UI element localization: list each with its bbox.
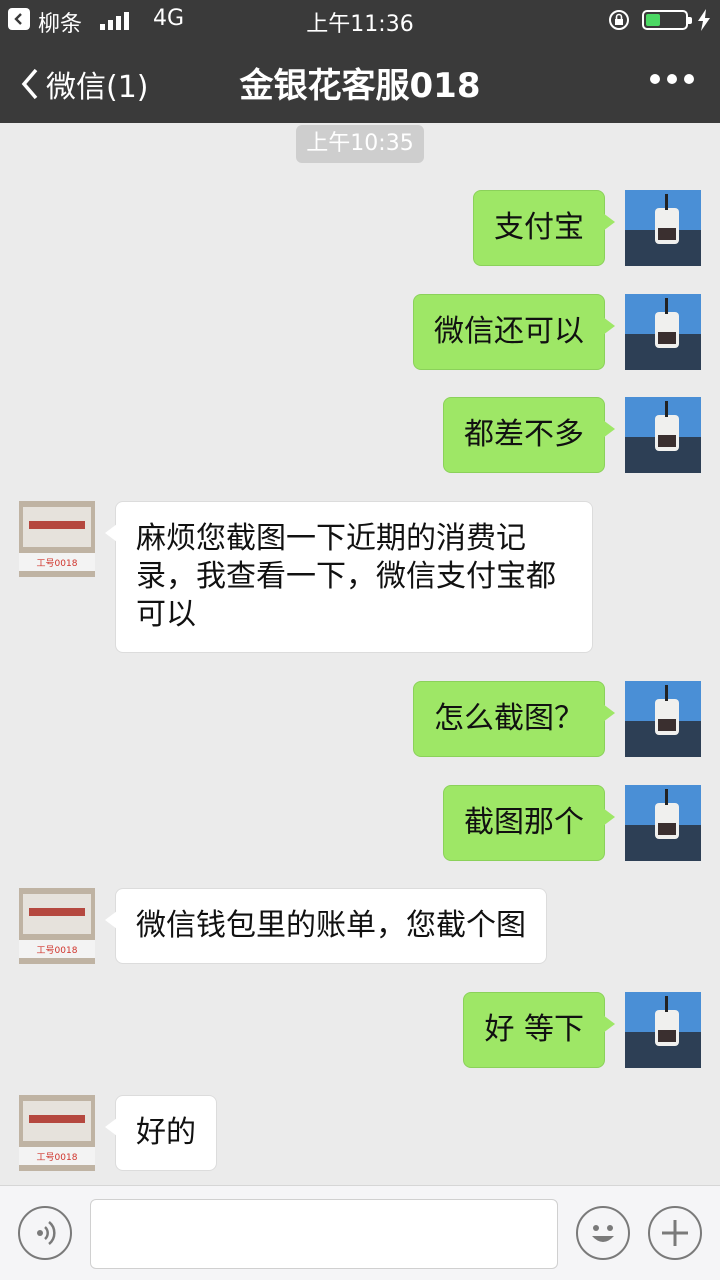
voice-icon xyxy=(37,1221,56,1245)
status-bar: 柳条 4G 上午11:36 xyxy=(0,0,720,40)
message-bubble[interactable]: 微信钱包里的账单，您截个图 xyxy=(105,888,547,964)
more-actions-button[interactable] xyxy=(648,1206,702,1260)
my-avatar[interactable] xyxy=(625,294,701,370)
agent-badge-text: 工号0018 xyxy=(37,945,78,956)
message-bubble[interactable]: 微信还可以 xyxy=(413,294,615,370)
emoji-icon xyxy=(592,1225,614,1242)
message-bubble[interactable]: 怎么截图？ xyxy=(413,681,615,757)
message-input[interactable] xyxy=(90,1199,558,1269)
chat-area[interactable]: 上午10:35 支付宝 微信还可以 都差不多 工号0018 麻烦您截图一下近期的… xyxy=(0,123,720,1185)
chat-timestamp: 上午10:35 xyxy=(296,125,424,163)
agent-avatar[interactable]: 工号0018 xyxy=(19,501,95,577)
charging-icon xyxy=(698,9,710,31)
message-bubble[interactable]: 都差不多 xyxy=(443,397,615,473)
nav-bar: 微信(1) 金银花客服018 xyxy=(0,40,720,123)
input-bar xyxy=(0,1185,720,1280)
agent-badge-text: 工号0018 xyxy=(37,558,78,569)
my-avatar[interactable] xyxy=(625,785,701,861)
emoji-button[interactable] xyxy=(576,1206,630,1260)
agent-badge-text: 工号0018 xyxy=(37,1152,78,1163)
message-bubble[interactable]: 好的 xyxy=(105,1095,217,1171)
my-avatar[interactable] xyxy=(625,397,701,473)
rotation-lock-icon xyxy=(609,10,629,30)
agent-avatar[interactable]: 工号0018 xyxy=(19,1095,95,1171)
agent-avatar[interactable]: 工号0018 xyxy=(19,888,95,964)
plus-icon xyxy=(662,1220,688,1246)
message-bubble[interactable]: 好 等下 xyxy=(463,992,615,1068)
my-avatar[interactable] xyxy=(625,992,701,1068)
message-bubble[interactable]: 支付宝 xyxy=(473,190,615,266)
message-bubble[interactable]: 截图那个 xyxy=(443,785,615,861)
chat-title: 金银花客服018 xyxy=(239,66,481,106)
more-button[interactable] xyxy=(650,74,694,84)
top-bar: 柳条 4G 上午11:36 微信(1) 金银花客服018 xyxy=(0,0,720,123)
my-avatar[interactable] xyxy=(625,681,701,757)
my-avatar[interactable] xyxy=(625,190,701,266)
voice-button[interactable] xyxy=(18,1206,72,1260)
message-bubble[interactable]: 麻烦您截图一下近期的消费记录，我查看一下，微信支付宝都可以 xyxy=(105,501,593,653)
battery-icon xyxy=(642,10,692,30)
